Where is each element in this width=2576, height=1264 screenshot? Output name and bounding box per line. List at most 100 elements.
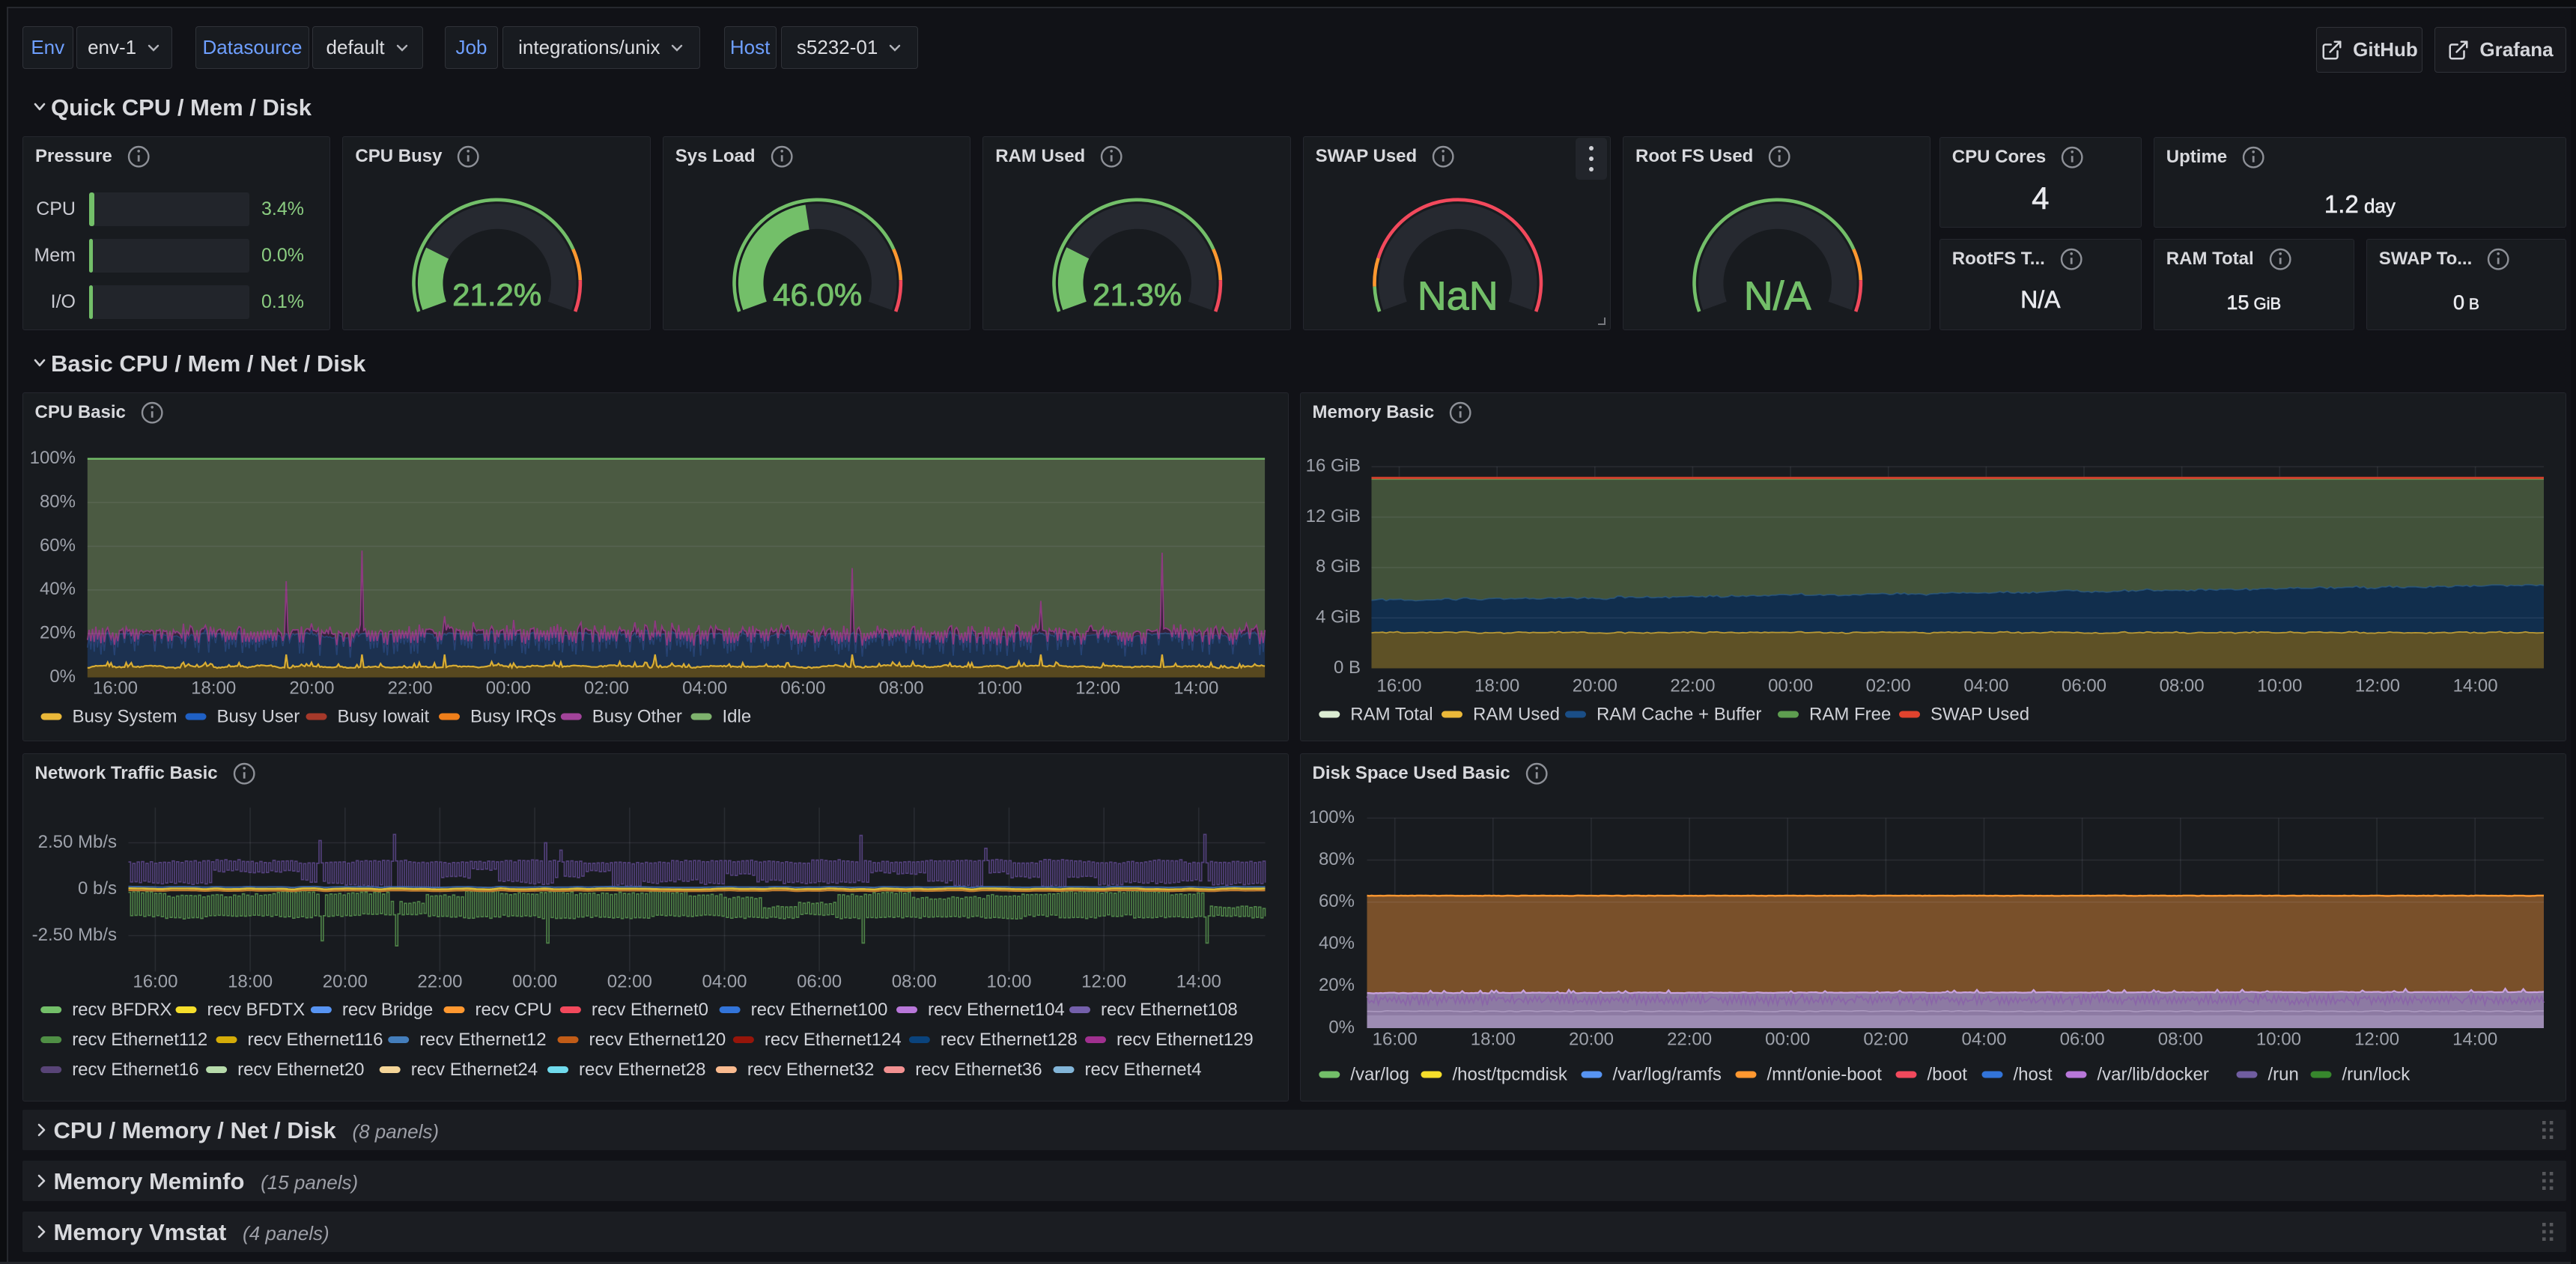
svg-text:16:00: 16:00 (1376, 675, 1421, 696)
svg-text:8 GiB: 8 GiB (1315, 556, 1360, 577)
svg-text:recv Ethernet116: recv Ethernet116 (247, 1029, 383, 1049)
svg-text:0%: 0% (49, 666, 76, 687)
svg-text:14:00: 14:00 (1173, 678, 1218, 698)
svg-text:Idle: Idle (722, 706, 751, 726)
svg-text:10:00: 10:00 (986, 971, 1031, 991)
svg-text:recv Ethernet108: recv Ethernet108 (1101, 999, 1238, 1019)
svg-text:/host/tpcmdisk: /host/tpcmdisk (1452, 1064, 1567, 1084)
svg-text:recv Ethernet36: recv Ethernet36 (915, 1059, 1042, 1079)
svg-text:0 b/s: 0 b/s (77, 878, 116, 898)
svg-text:RAM Free: RAM Free (1809, 704, 1891, 724)
svg-text:recv Ethernet0: recv Ethernet0 (591, 999, 708, 1019)
svg-text:12:00: 12:00 (1081, 971, 1126, 991)
svg-text:RAM Total: RAM Total (1350, 704, 1433, 724)
svg-text:10:00: 10:00 (2255, 1029, 2300, 1049)
svg-text:recv Ethernet4: recv Ethernet4 (1084, 1059, 1201, 1079)
svg-text:08:00: 08:00 (2159, 675, 2204, 696)
svg-text:12:00: 12:00 (2354, 675, 2399, 696)
svg-text:recv Ethernet128: recv Ethernet128 (940, 1029, 1077, 1049)
svg-text:/var/log/ramfs: /var/log/ramfs (1612, 1064, 1721, 1084)
svg-text:N/A: N/A (1744, 273, 1811, 318)
svg-text:/host: /host (2013, 1064, 2052, 1084)
svg-text:08:00: 08:00 (2157, 1029, 2202, 1049)
svg-text:recv BFDRX: recv BFDRX (72, 999, 171, 1019)
svg-text:/var/log: /var/log (1350, 1064, 1409, 1084)
svg-text:-2.50 Mb/s: -2.50 Mb/s (31, 924, 116, 944)
svg-text:20:00: 20:00 (289, 678, 334, 698)
svg-text:02:00: 02:00 (1863, 1029, 1908, 1049)
svg-text:Busy Other: Busy Other (592, 706, 681, 726)
svg-text:18:00: 18:00 (191, 678, 236, 698)
svg-text:16:00: 16:00 (92, 678, 137, 698)
svg-text:/run: /run (2267, 1064, 2298, 1084)
svg-text:22:00: 22:00 (387, 678, 432, 698)
svg-text:21.3%: 21.3% (1093, 277, 1182, 312)
svg-text:04:00: 04:00 (1961, 1029, 2006, 1049)
svg-text:12 GiB: 12 GiB (1305, 506, 1360, 526)
svg-text:20%: 20% (39, 623, 75, 643)
svg-text:100%: 100% (1308, 806, 1354, 827)
svg-text:2.50 Mb/s: 2.50 Mb/s (37, 831, 116, 851)
svg-text:Busy System: Busy System (72, 706, 177, 726)
svg-text:/var/lib/docker: /var/lib/docker (2097, 1064, 2208, 1084)
svg-text:22:00: 22:00 (1667, 1029, 1712, 1049)
svg-text:Busy IRQs: Busy IRQs (470, 706, 556, 726)
svg-text:06:00: 06:00 (2061, 675, 2106, 696)
svg-text:00:00: 00:00 (1768, 675, 1813, 696)
svg-text:/boot: /boot (1927, 1064, 1967, 1084)
svg-text:02:00: 02:00 (583, 678, 628, 698)
svg-text:14:00: 14:00 (2452, 1029, 2497, 1049)
svg-text:60%: 60% (1318, 891, 1354, 911)
svg-text:12:00: 12:00 (2354, 1029, 2399, 1049)
svg-text:recv Ethernet16: recv Ethernet16 (72, 1059, 198, 1079)
svg-text:06:00: 06:00 (780, 678, 825, 698)
svg-text:10:00: 10:00 (976, 678, 1021, 698)
svg-text:00:00: 00:00 (1765, 1029, 1810, 1049)
svg-text:20:00: 20:00 (1572, 675, 1617, 696)
svg-text:recv Ethernet104: recv Ethernet104 (928, 999, 1065, 1019)
svg-text:RAM Used: RAM Used (1473, 704, 1560, 724)
svg-text:0%: 0% (1328, 1017, 1355, 1037)
svg-text:00:00: 00:00 (512, 971, 557, 991)
svg-text:0 B: 0 B (1333, 657, 1360, 678)
svg-text:recv BFDTX: recv BFDTX (207, 999, 305, 1019)
svg-text:04:00: 04:00 (702, 971, 747, 991)
svg-text:recv Bridge: recv Bridge (341, 999, 432, 1019)
svg-text:22:00: 22:00 (1670, 675, 1715, 696)
svg-text:18:00: 18:00 (1474, 675, 1519, 696)
svg-text:20%: 20% (1318, 975, 1354, 995)
svg-text:recv Ethernet129: recv Ethernet129 (1117, 1029, 1254, 1049)
svg-text:20:00: 20:00 (322, 971, 367, 991)
svg-text:16:00: 16:00 (133, 971, 177, 991)
svg-text:10:00: 10:00 (2257, 675, 2302, 696)
svg-text:46.0%: 46.0% (773, 277, 862, 312)
svg-text:02:00: 02:00 (607, 971, 651, 991)
svg-text:60%: 60% (39, 535, 75, 556)
svg-text:recv CPU: recv CPU (475, 999, 552, 1019)
svg-text:80%: 80% (1318, 848, 1354, 869)
svg-text:18:00: 18:00 (1470, 1029, 1515, 1049)
svg-text:14:00: 14:00 (2452, 675, 2497, 696)
svg-text:16 GiB: 16 GiB (1305, 456, 1360, 476)
svg-text:Busy Iowait: Busy Iowait (337, 706, 429, 726)
svg-text:recv Ethernet112: recv Ethernet112 (72, 1029, 207, 1049)
svg-text:Busy User: Busy User (216, 706, 300, 726)
svg-text:/mnt/onie-boot: /mnt/onie-boot (1767, 1064, 1882, 1084)
svg-text:80%: 80% (39, 491, 75, 511)
svg-text:12:00: 12:00 (1075, 678, 1120, 698)
svg-text:20:00: 20:00 (1568, 1029, 1613, 1049)
svg-text:04:00: 04:00 (682, 678, 727, 698)
svg-text:40%: 40% (39, 579, 75, 599)
svg-text:16:00: 16:00 (1372, 1029, 1417, 1049)
svg-text:18:00: 18:00 (228, 971, 273, 991)
svg-text:06:00: 06:00 (2059, 1029, 2104, 1049)
svg-text:14:00: 14:00 (1176, 971, 1221, 991)
svg-text:21.2%: 21.2% (453, 277, 542, 312)
svg-text:00:00: 00:00 (485, 678, 530, 698)
svg-text:06:00: 06:00 (797, 971, 842, 991)
svg-text:08:00: 08:00 (878, 678, 923, 698)
svg-text:SWAP Used: SWAP Used (1931, 704, 2029, 724)
svg-text:recv Ethernet28: recv Ethernet28 (579, 1059, 705, 1079)
svg-text:recv Ethernet24: recv Ethernet24 (410, 1059, 537, 1079)
svg-text:recv Ethernet20: recv Ethernet20 (237, 1059, 364, 1079)
